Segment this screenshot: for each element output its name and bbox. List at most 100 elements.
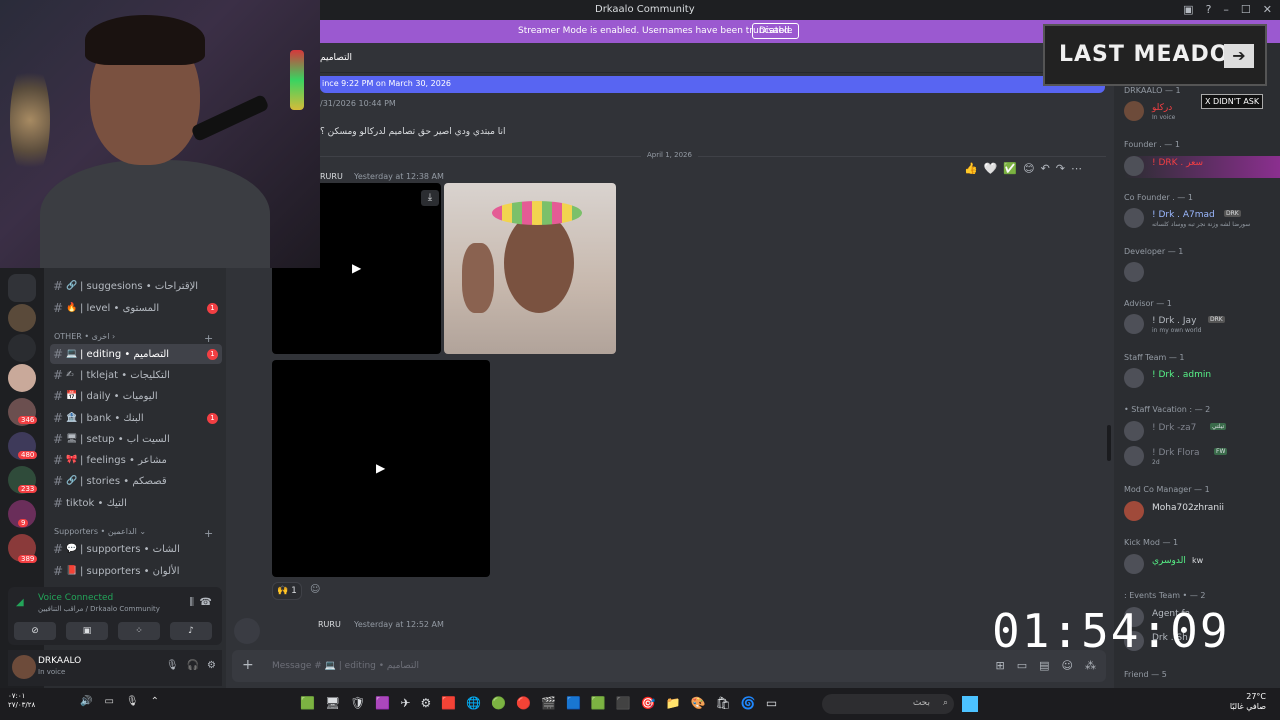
gif-icon[interactable]: ▭ — [1017, 659, 1027, 672]
member-item[interactable]: ! DRK . سعر — [1124, 156, 1280, 178]
channel-item-setup[interactable]: # 🖥 | setup • السيت اب — [50, 429, 222, 449]
channel-item-daily[interactable]: # 📅 | daily • اليوميات — [50, 386, 222, 406]
emoji-icon[interactable]: ☺ — [1062, 659, 1073, 672]
soundboard-button[interactable]: ♪ — [170, 622, 212, 640]
channel-item-feelings[interactable]: # 🎀 | feelings • مشاعر — [50, 450, 222, 470]
chevron-up-icon[interactable]: ⌃ — [151, 696, 159, 707]
channel-item-bank[interactable]: # 🏦 | bank • البنك 1 — [50, 408, 222, 428]
activities-button[interactable]: ⁘ — [118, 622, 160, 640]
maximize-icon[interactable]: ☐ — [1241, 3, 1251, 16]
gift-icon[interactable]: ⊞ — [996, 659, 1005, 672]
member-item[interactable]: ! Drk . Jay DRK in my own world — [1124, 314, 1280, 336]
app-icon[interactable]: 🟪 — [375, 696, 390, 710]
member-item[interactable]: ! Drk -za7 تيلتي — [1124, 421, 1280, 443]
more-icon[interactable]: ⋯ — [1071, 162, 1082, 175]
whatsapp-icon[interactable]: 🟢 — [491, 696, 506, 710]
direct-messages-icon[interactable] — [8, 274, 36, 302]
channel-item-tklejat[interactable]: # ✍ | tklejat • التكليجات — [50, 365, 222, 385]
app-icon[interactable]: 🌐 — [466, 696, 481, 710]
image-attachment[interactable] — [444, 183, 616, 354]
noise-suppression-icon[interactable]: ⫼ — [189, 597, 194, 608]
channel-item-suggestions[interactable]: # 🔗 | suggesions • الإقتراحات — [50, 276, 222, 296]
inbox-icon[interactable]: ▣ — [1183, 3, 1193, 16]
app-icon[interactable]: ⬛ — [616, 696, 631, 710]
channel-item-supporters-chat[interactable]: # 💬 | supporters • الشات — [50, 539, 222, 559]
channel-item-tiktok[interactable]: # tiktok • التيك — [50, 493, 222, 513]
message-author[interactable]: RURU — [320, 172, 343, 181]
heart-icon[interactable]: 🤍 — [984, 162, 998, 175]
channel-item-level[interactable]: # 🔥 | level • المستوى 1 — [50, 298, 222, 318]
avatar[interactable] — [12, 655, 36, 679]
member-item[interactable]: ! Drk . A7mad DRK سورضا لشه وزنة نجر تبه و… — [1124, 208, 1280, 230]
apps-icon[interactable]: ⁂ — [1085, 659, 1096, 672]
app-icon[interactable]: 🖥 — [325, 696, 340, 710]
app-icon[interactable]: 🎬 — [541, 696, 556, 710]
reply-icon[interactable]: ↶ — [1041, 162, 1050, 175]
sticker-icon[interactable]: ▤ — [1039, 659, 1049, 672]
screen-share-button[interactable]: ▣ — [66, 622, 108, 640]
member-item[interactable] — [1124, 262, 1280, 284]
category-other[interactable]: OTHER • اخرى › + — [54, 332, 213, 345]
reaction-chip[interactable]: 🙌 1 — [272, 582, 302, 600]
member-item[interactable]: ! Drk Flora FW 2d — [1124, 446, 1280, 468]
windows-start-icon[interactable] — [962, 696, 978, 712]
discord-icon[interactable]: 🟦 — [566, 696, 581, 710]
channel-item-supporters-colors[interactable]: # 📕 | supporters • الألوان — [50, 561, 222, 581]
taskbar-search[interactable]: بحث ⌕ — [822, 694, 954, 714]
clock[interactable]: ٠٧:٠١ ٢٧/٠٣/٢٨ — [8, 692, 35, 710]
help-icon[interactable]: ? — [1206, 3, 1212, 16]
message-composer[interactable]: + Message # 💻 | editing • التصاميم ⊞ ▭ ▤… — [232, 650, 1106, 682]
play-icon[interactable]: ▶ — [376, 461, 385, 475]
add-reaction-icon[interactable]: 😊 — [1023, 162, 1034, 175]
headphones-icon[interactable]: 🎧 — [187, 660, 199, 671]
app-icon[interactable]: 🟩 — [300, 696, 315, 710]
app-icon[interactable]: 🛡 — [350, 696, 365, 710]
app-icon[interactable]: 🟩 — [591, 696, 606, 710]
disable-streamer-button[interactable]: Disable — [752, 23, 800, 39]
folder-icon[interactable]: 📁 — [666, 696, 681, 710]
server-icon[interactable] — [8, 364, 36, 392]
category-supporters[interactable]: Supporters • الداعمين ⌄ + — [54, 527, 213, 540]
camera-off-button[interactable]: ⊘ — [14, 622, 56, 640]
edge-icon[interactable]: 🌀 — [741, 696, 756, 710]
app-icon[interactable]: 🎯 — [641, 696, 656, 710]
close-icon[interactable]: ✕ — [1263, 3, 1272, 16]
settings-gear-icon[interactable]: ⚙ — [207, 660, 216, 671]
weather-widget[interactable]: 27°C صافي غالبًا — [1230, 692, 1266, 712]
message-author[interactable]: RURU — [318, 620, 341, 629]
app-icon[interactable]: 🟥 — [441, 696, 456, 710]
thumbs-up-icon[interactable]: 👍 — [964, 162, 978, 175]
check-icon[interactable]: ✅ — [1003, 162, 1017, 175]
attach-icon[interactable]: + — [242, 657, 254, 673]
app-icon[interactable]: 🎨 — [691, 696, 706, 710]
channel-item-editing[interactable]: # 💻 | editing • التصاميم 1 — [50, 344, 222, 364]
mic-icon[interactable]: 🎙 — [166, 660, 179, 671]
member-item[interactable]: ! Drk . admin — [1124, 368, 1280, 390]
forward-icon[interactable]: ↷ — [1056, 162, 1065, 175]
mic-icon[interactable]: 🎙 — [126, 696, 139, 707]
volume-icon[interactable]: 🔊 — [80, 696, 92, 707]
channel-item-stories[interactable]: # 🔗 | stories • قصصكم — [50, 471, 222, 491]
voice-status[interactable]: Voice Connected — [38, 593, 113, 603]
app-icon[interactable]: ⚙ — [420, 696, 431, 710]
last-meadow-banner[interactable]: LAST MEADOW ➔ — [1043, 24, 1267, 86]
app-icon[interactable]: ▭ — [766, 696, 777, 710]
disconnect-icon[interactable]: ☎ — [200, 597, 212, 608]
voice-channel[interactable]: مراقب التنافيين / Drkaalo Community — [38, 605, 160, 613]
member-item[interactable]: الدوسري kw — [1124, 554, 1280, 576]
member-item[interactable]: Moha702zhranii — [1124, 501, 1280, 523]
store-icon[interactable]: 🛍 — [716, 696, 731, 710]
play-icon[interactable]: ▶ — [352, 261, 361, 275]
username[interactable]: DRKAALO — [38, 656, 81, 666]
avatar[interactable] — [234, 618, 260, 644]
add-reaction-icon[interactable]: ☺ — [310, 584, 320, 595]
minimize-icon[interactable]: – — [1223, 3, 1229, 16]
server-icon[interactable] — [8, 334, 36, 362]
app-icon[interactable]: ✈ — [400, 696, 410, 710]
scrollbar[interactable] — [1107, 425, 1111, 461]
chrome-icon[interactable]: 🔴 — [516, 696, 531, 710]
download-icon[interactable]: ⤓ — [421, 190, 439, 206]
server-icon[interactable] — [8, 304, 36, 332]
display-icon[interactable]: ▭ — [104, 696, 113, 707]
new-messages-bar[interactable]: ince 9:22 PM on March 30, 2026 Mark As R… — [320, 76, 1105, 93]
